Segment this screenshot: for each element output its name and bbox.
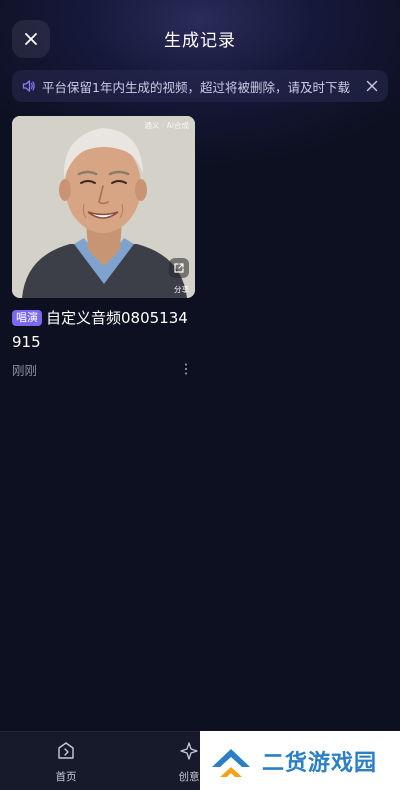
category-tag: 唱演: [12, 310, 42, 326]
notice-close-icon[interactable]: [364, 78, 380, 94]
chevron-logo-icon: [212, 748, 250, 777]
page-title: 生成记录: [164, 31, 236, 51]
video-thumbnail[interactable]: 通义 · AI合成 分享: [12, 116, 195, 298]
share-label: 分享: [174, 285, 189, 294]
portrait-image: [12, 116, 195, 298]
create-icon: [180, 742, 198, 760]
notice-bar: 平台保留1年内生成的视频，超过将被删除，请及时下载: [12, 70, 388, 102]
nav-label-home: 首页: [55, 771, 77, 783]
nav-item-home[interactable]: 首页: [36, 741, 96, 784]
site-watermark-text: 二货游戏园: [262, 750, 378, 776]
home-icon: [58, 742, 74, 759]
share-button[interactable]: [169, 258, 189, 278]
created-time: 刚刚: [12, 363, 38, 378]
share-icon: [174, 263, 184, 273]
ai-watermark: 通义 · AI合成: [144, 121, 190, 130]
video-card[interactable]: 通义 · AI合成 分享 唱演 自定义音频0805134915 刚刚: [12, 116, 195, 378]
more-icon[interactable]: [183, 362, 189, 376]
notice-text: 平台保留1年内生成的视频，超过将被删除，请及时下载: [42, 79, 350, 95]
header: 生成记录: [0, 16, 400, 62]
speaker-icon: [22, 80, 35, 92]
video-meta: 刚刚: [12, 360, 195, 378]
site-watermark-badge: 二货游戏园: [200, 731, 400, 790]
video-title-row: 唱演 自定义音频0805134915: [12, 306, 195, 354]
